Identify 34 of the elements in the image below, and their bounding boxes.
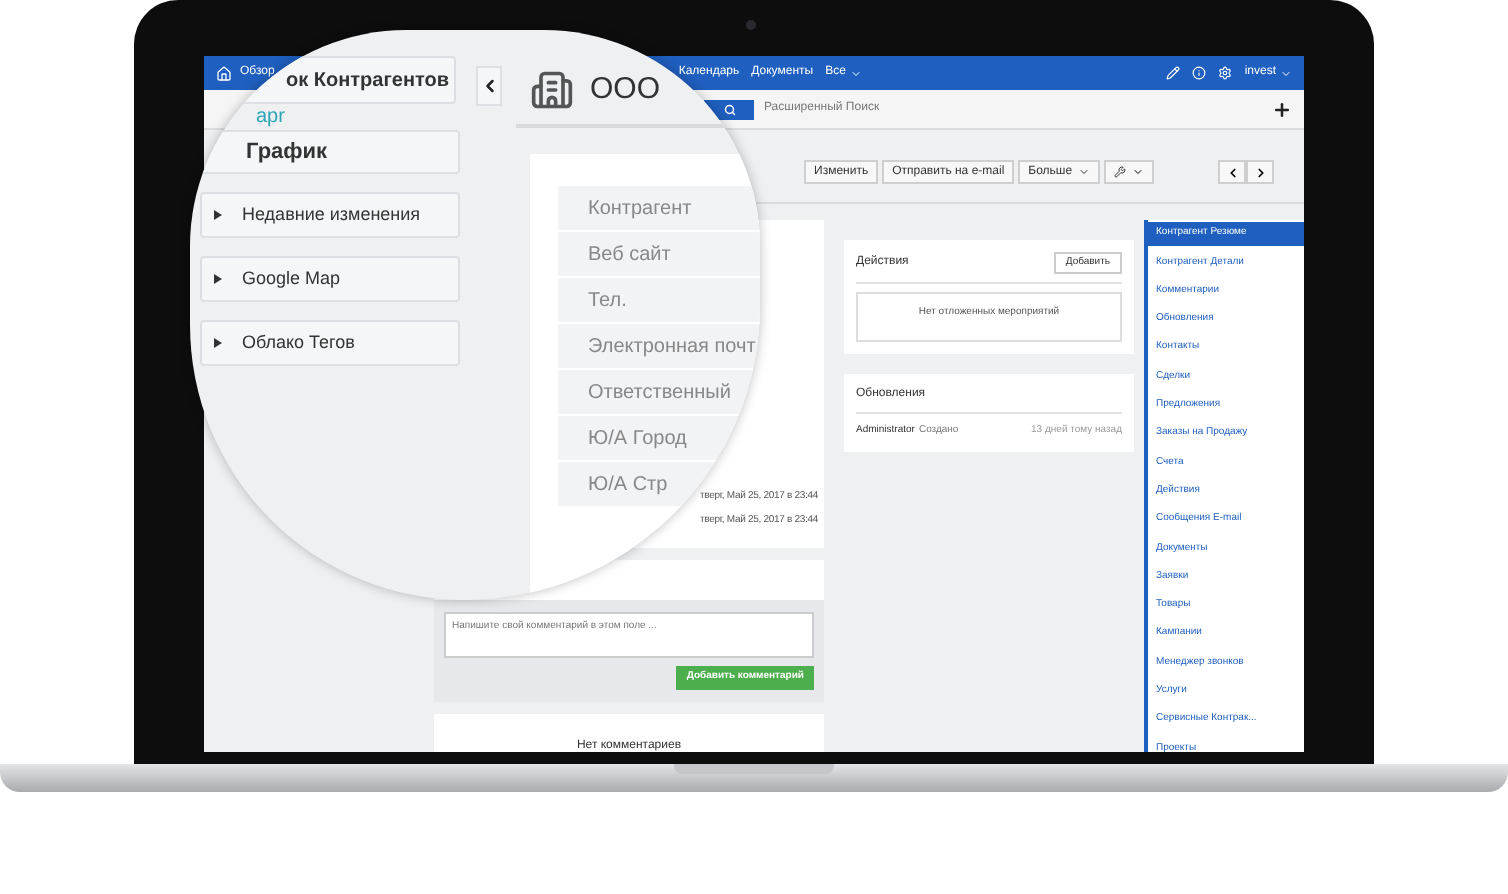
collapse-button[interactable]: [476, 66, 502, 106]
wrench-icon: [1114, 166, 1127, 178]
next-button[interactable]: [1246, 160, 1274, 184]
caret-icon: [1132, 166, 1145, 178]
field-label: Электронная почт: [558, 324, 760, 370]
logo-text: apr: [256, 108, 285, 128]
triangle-icon: [214, 210, 222, 220]
field-label: Тел.: [558, 278, 760, 324]
dashlet-toggle[interactable]: Недавние изменения: [200, 192, 460, 238]
field-label: Веб сайт: [558, 232, 760, 278]
previous-button[interactable]: [1218, 160, 1246, 184]
caret-icon: [1280, 67, 1292, 79]
caret-icon: [849, 67, 862, 79]
dashlet-toggle[interactable]: Облако Тегов: [200, 320, 460, 366]
record-title: ООО: [590, 69, 661, 110]
chevron-left-icon: [1225, 165, 1239, 179]
tools-button[interactable]: [1104, 160, 1155, 184]
settings-icon[interactable]: [1218, 66, 1233, 80]
info-icon[interactable]: [1192, 66, 1207, 80]
building-icon: [530, 68, 574, 112]
search-icon: [723, 103, 735, 115]
caret-icon: [1078, 166, 1091, 178]
chevron-right-icon: [1253, 165, 1267, 179]
pencil-icon[interactable]: [1166, 66, 1181, 80]
triangle-icon: [214, 274, 222, 284]
dashlet-header: График: [200, 130, 460, 174]
field-label: Ю/А Город: [558, 416, 760, 462]
camera-icon: [746, 20, 756, 30]
home-icon[interactable]: [216, 65, 232, 81]
field-label: Контрагент: [558, 186, 760, 232]
field-label: Ответственный: [558, 370, 760, 416]
triangle-icon: [214, 338, 222, 348]
add-icon[interactable]: [1272, 99, 1292, 119]
dashlet-toggle[interactable]: Google Map: [200, 256, 460, 302]
